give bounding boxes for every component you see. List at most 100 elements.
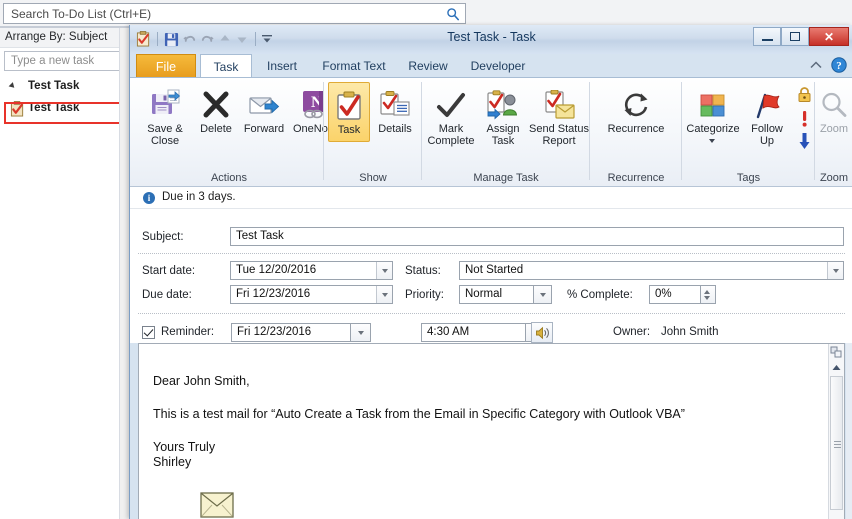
delete-icon <box>200 82 232 120</box>
start-date-value: Tue 12/20/2016 <box>236 264 317 276</box>
task-body-area[interactable]: Dear John Smith, This is a test mail for… <box>138 343 845 519</box>
info-icon: i <box>143 192 155 204</box>
ribbon-tabstrip: File Task Insert Format Text Review Deve… <box>130 54 852 78</box>
save-and-close-label: Save & Close <box>147 123 183 147</box>
chevron-down-icon[interactable] <box>709 139 715 143</box>
next-item-icon[interactable] <box>235 32 249 46</box>
split-window-icon[interactable] <box>829 345 843 359</box>
tab-format-text[interactable]: Format Text <box>312 54 396 78</box>
assign-task-label: Assign Task <box>486 123 520 147</box>
task-view-button[interactable]: Task <box>328 82 370 142</box>
delete-button[interactable]: Delete <box>192 82 240 135</box>
percent-complete-stepper[interactable] <box>701 285 716 304</box>
priority-select[interactable]: Normal <box>459 285 534 304</box>
tab-file-label: File <box>155 60 177 74</box>
scroll-up-button[interactable] <box>829 360 844 375</box>
subject-input[interactable]: Test Task <box>230 227 844 246</box>
redo-icon[interactable] <box>200 32 215 46</box>
percent-complete-input[interactable]: 0% <box>649 285 701 304</box>
undo-icon[interactable] <box>182 32 197 46</box>
status-label: Status: <box>405 265 441 277</box>
subject-value: Test Task <box>236 230 284 242</box>
reminder-date-input[interactable]: Fri 12/23/2016 <box>231 323 351 342</box>
arrange-by-header[interactable]: Arrange By: Subject <box>0 28 131 48</box>
due-date-input[interactable]: Fri 12/23/2016 <box>230 285 393 304</box>
status-dropdown-button[interactable] <box>827 262 843 279</box>
forward-button[interactable]: Forward <box>238 82 290 135</box>
minimize-ribbon-icon[interactable] <box>809 58 823 72</box>
reminder-sound-icon <box>535 326 549 339</box>
follow-up-button[interactable]: Follow Up <box>744 82 790 147</box>
tab-review[interactable]: Review <box>400 54 456 78</box>
search-icon[interactable] <box>446 7 460 21</box>
reminder-time-value: 4:30 AM <box>427 326 470 338</box>
maximize-button[interactable] <box>781 27 809 46</box>
chevron-down-icon <box>381 268 388 273</box>
categorize-button[interactable]: Categorize <box>682 82 744 143</box>
tab-file[interactable]: File <box>136 54 196 78</box>
ribbon-group-show-label: Show <box>359 172 387 184</box>
priority-dropdown-arrow[interactable] <box>534 286 551 303</box>
tab-developer-label: Developer <box>470 59 526 73</box>
stepper-up-icon[interactable] <box>704 290 710 294</box>
reminder-date-dropdown-arrow[interactable] <box>351 324 370 341</box>
window-title-bar[interactable]: Test Task - Task ✕ <box>130 25 852 54</box>
reminder-time-input[interactable]: 4:30 AM <box>421 323 526 342</box>
task-group-header-label: Test Task <box>28 80 80 92</box>
help-icon[interactable]: ? <box>831 57 847 73</box>
owner-value: John Smith <box>661 326 719 338</box>
mark-complete-button[interactable]: Mark Complete <box>424 82 478 147</box>
assign-task-button[interactable]: Assign Task <box>478 82 528 147</box>
due-date-label: Due date: <box>142 289 192 301</box>
ribbon-help-cluster: ? <box>809 57 847 73</box>
tab-insert[interactable]: Insert <box>256 54 308 78</box>
customize-qat-icon[interactable] <box>262 32 273 46</box>
ribbon-group-actions: Save & Close Delete Forward N OneNote Ac… <box>134 78 337 186</box>
previous-item-icon[interactable] <box>218 32 232 46</box>
task-body-text[interactable]: Dear John Smith, This is a test mail for… <box>153 374 773 488</box>
due-date-dropdown-button[interactable] <box>376 286 392 303</box>
ribbon-group-manage-task-label: Manage Task <box>473 172 539 184</box>
qat-separator-2 <box>255 32 256 46</box>
save-and-close-button[interactable]: Save & Close <box>136 82 194 147</box>
reminder-checkbox[interactable] <box>142 326 155 339</box>
ribbon: Save & Close Delete Forward N OneNote Ac… <box>130 77 852 187</box>
close-button[interactable]: ✕ <box>809 27 849 46</box>
ribbon-group-zoom: Zoom Zoom <box>815 78 852 186</box>
todo-task-list: Test Task Test Task <box>0 76 131 519</box>
scroll-grip-icon <box>834 441 841 442</box>
body-scrollbar[interactable] <box>828 344 844 519</box>
stepper-down-icon[interactable] <box>704 296 710 300</box>
details-button[interactable]: Details <box>370 82 420 135</box>
due-date-value: Fri 12/23/2016 <box>236 288 311 300</box>
quick-access-toolbar <box>136 29 273 49</box>
follow-up-label: Follow Up <box>751 123 783 147</box>
task-icon[interactable] <box>136 31 151 47</box>
send-status-report-button[interactable]: Send Status Report <box>528 82 590 147</box>
start-date-label: Start date: <box>142 265 196 277</box>
reminder-date-dropdown-button[interactable] <box>351 323 371 342</box>
status-select[interactable]: Not Started <box>459 261 844 280</box>
tab-insert-label: Insert <box>266 59 297 73</box>
task-group-header-row[interactable]: Test Task <box>0 76 131 98</box>
envelope-attachment-icon <box>200 492 234 518</box>
start-date-input[interactable]: Tue 12/20/2016 <box>230 261 393 280</box>
tab-developer[interactable]: Developer <box>460 54 536 78</box>
recurrence-button[interactable]: Recurrence <box>598 82 674 135</box>
minimize-button[interactable] <box>753 27 781 46</box>
tab-task[interactable]: Task <box>200 54 252 78</box>
search-input[interactable]: Search To-Do List (Ctrl+E) <box>3 3 466 24</box>
priority-dropdown-button[interactable] <box>534 285 552 304</box>
qat-separator <box>157 32 158 46</box>
start-date-dropdown-button[interactable] <box>376 262 392 279</box>
new-task-input[interactable]: Type a new task <box>4 51 128 71</box>
chevron-down-icon <box>539 292 546 297</box>
collapse-triangle-icon[interactable] <box>8 82 17 90</box>
scrollbar-thumb[interactable] <box>830 376 843 510</box>
attachment-item[interactable]: Test Task <box>177 492 257 519</box>
zoom-button[interactable]: Zoom <box>809 82 852 135</box>
ribbon-group-show: Task Details Show <box>324 78 422 186</box>
reminder-sound-button[interactable] <box>531 322 553 343</box>
save-icon[interactable] <box>164 32 179 47</box>
delete-label: Delete <box>200 123 232 135</box>
